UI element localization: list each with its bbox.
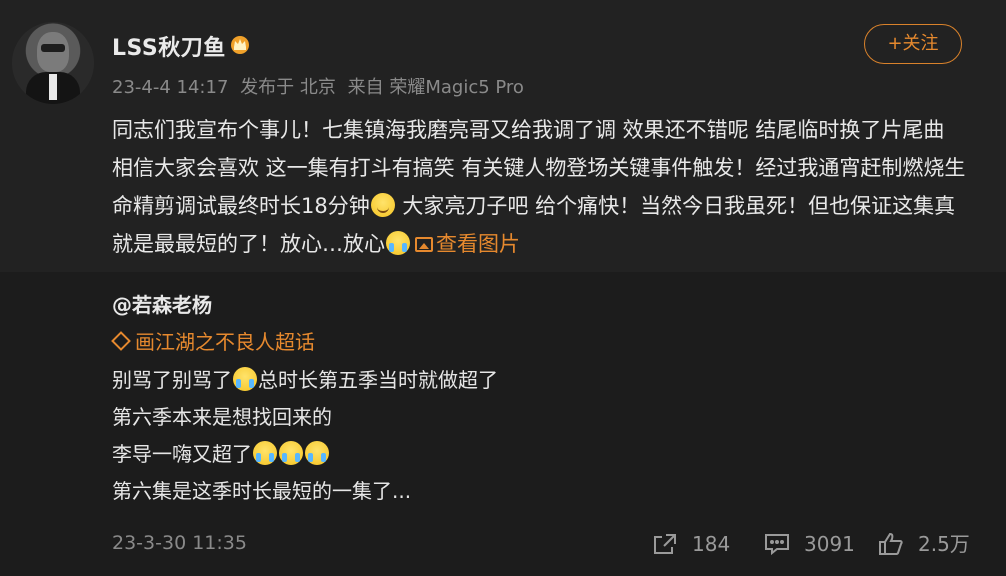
diamond-icon [111,331,131,351]
avatar-head [37,32,69,72]
follow-button[interactable]: +关注 [864,24,962,64]
like-button[interactable]: 2.5万 [878,530,970,558]
comment-count: 3091 [804,532,855,556]
repost-line: 第六集是这季时长最短的一集了... [112,479,412,503]
post-date: 23-4-4 14:17 [112,77,229,98]
crying-emoji-icon [233,367,257,391]
crying-emoji-icon [305,441,329,465]
crying-emoji-icon [279,441,303,465]
like-count: 2.5万 [918,532,970,556]
crown-icon [231,36,249,54]
like-icon [879,532,903,555]
share-icon [654,534,676,554]
post-location: 发布于 北京 [240,77,336,98]
repost-line: 李导一嗨又超了 [112,436,498,473]
repost-author-link[interactable]: @若森老杨 [112,289,212,318]
repost-date: 23-3-30 11:35 [112,532,247,554]
repost-line: 第六季本来是想找回来的 [112,405,332,429]
original-post: LSS秋刀鱼 23-4-4 14:17 发布于 北京 来自 荣耀Magic5 P… [0,0,1006,272]
topic-label: 画江湖之不良人超话 [135,330,315,354]
share-button[interactable]: 184 [652,530,730,558]
crying-emoji-icon [253,441,277,465]
username[interactable]: LSS秋刀鱼 [112,30,226,62]
view-pictures-label: 查看图片 [436,232,520,256]
post-source: 来自 荣耀Magic5 Pro [347,77,524,98]
topic-link[interactable]: 画江湖之不良人超话 [111,326,315,355]
avatar[interactable] [12,22,94,104]
avatar-tie [49,74,57,100]
comment-button[interactable]: 3091 [764,530,855,558]
share-count: 184 [692,532,731,556]
repost-body: 别骂了别骂了 总时长第五季当时就做超了 第六季本来是想找回来的 李导一嗨又超了 第… [112,362,498,510]
avatar-visor [41,44,65,52]
repost-line: 别骂了别骂了 总时长第五季当时就做超了 [112,362,498,399]
repost-line-text: 李导一嗨又超了 [112,442,252,466]
comment-icon [765,534,789,556]
crying-emoji-icon [386,231,410,255]
picture-icon [415,237,433,252]
view-pictures-link[interactable]: 查看图片 [411,232,520,256]
post-meta: 23-4-4 14:17 发布于 北京 来自 荣耀Magic5 Pro [112,73,530,99]
post-body: 同志们我宣布个事儿！七集镇海我磨亮哥又给我调了调 效果还不错呢 结尾临时换了片尾… [112,111,972,263]
repost-line-text: 总时长第五季当时就做超了 [258,368,498,392]
repost-line-text: 别骂了别骂了 [112,368,232,392]
smile-emoji-icon [370,193,395,217]
